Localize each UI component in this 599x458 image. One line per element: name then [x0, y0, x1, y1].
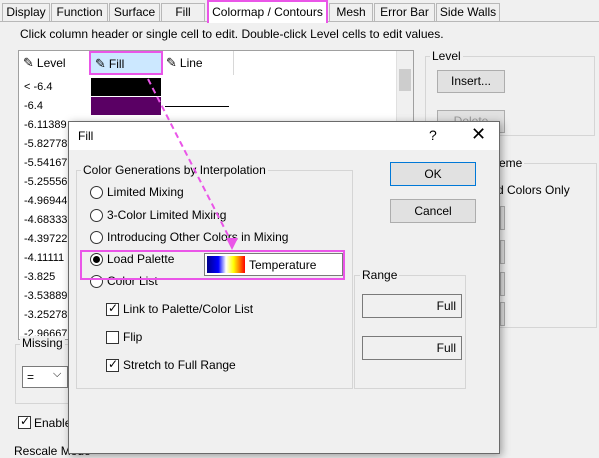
- color-list-label: Color List: [107, 274, 158, 288]
- other-colors-mixing-label: Introducing Other Colors in Mixing: [107, 230, 289, 244]
- enable-checkbox[interactable]: [18, 414, 31, 429]
- level-column-header[interactable]: ✎ Level: [19, 51, 90, 75]
- table-row-level[interactable]: -4.96944: [24, 195, 67, 207]
- tab-surface[interactable]: Surface: [109, 3, 160, 22]
- range-group: [354, 275, 466, 389]
- tab-function[interactable]: Function: [51, 3, 108, 22]
- range-group-title: Range: [360, 268, 400, 282]
- table-row-level[interactable]: -4.11111: [24, 252, 64, 264]
- stretch-range-label: Stretch to Full Range: [123, 358, 236, 372]
- table-row-level[interactable]: -5.82778: [24, 138, 67, 150]
- dialog-titlebar: Fill ? ✕: [69, 122, 499, 150]
- ok-button[interactable]: OK: [390, 162, 476, 186]
- tab-display[interactable]: Display: [2, 3, 50, 22]
- scrollbar-thumb[interactable]: [399, 69, 411, 91]
- dialog-title: Fill: [78, 129, 94, 143]
- table-row-level[interactable]: -5.54167: [24, 157, 67, 169]
- range-max-field[interactable]: Full: [362, 336, 462, 360]
- load-palette-radio[interactable]: [90, 253, 103, 266]
- insert-button[interactable]: Insert...: [437, 70, 505, 93]
- flip-checkbox[interactable]: [106, 331, 119, 344]
- instruction-text: Click column header or single cell to ed…: [20, 27, 444, 41]
- interpolation-group-title: Color Generations by Interpolation: [81, 163, 268, 177]
- help-icon[interactable]: ?: [429, 127, 437, 143]
- palette-preview: [207, 256, 245, 273]
- table-row-level[interactable]: -6.11389: [24, 119, 67, 131]
- scheme-group-title: eme: [497, 156, 525, 170]
- scheme-button[interactable]: [500, 302, 505, 326]
- link-palette-checkbox[interactable]: [106, 301, 119, 316]
- limited-mixing-label: Limited Mixing: [107, 185, 184, 199]
- line-header-label: Line: [179, 56, 203, 70]
- enable-label: Enable: [34, 416, 72, 430]
- line-swatch[interactable]: [165, 106, 229, 107]
- table-row-level[interactable]: -4.39722: [24, 233, 67, 245]
- dropdown-arrow-icon: ⌵: [53, 368, 62, 380]
- line-column-header[interactable]: ✎ Line: [162, 51, 234, 75]
- load-palette-label: Load Palette: [107, 252, 175, 266]
- palette-selector[interactable]: Temperature: [204, 253, 343, 276]
- table-row-level[interactable]: < -6.4: [24, 81, 52, 93]
- color-list-radio[interactable]: [90, 275, 103, 288]
- scheme-button[interactable]: [500, 206, 505, 230]
- tab-strip: Display Function Surface Fill Colormap /…: [0, 0, 599, 23]
- pencil-icon: ✎: [23, 55, 34, 70]
- three-color-mixing-radio[interactable]: [90, 209, 103, 222]
- scheme-option-label[interactable]: d Colors Only: [497, 183, 570, 197]
- table-row-level[interactable]: -3.25278: [24, 309, 67, 321]
- other-colors-mixing-radio[interactable]: [90, 231, 103, 244]
- table-row-level[interactable]: -6.4: [24, 100, 43, 112]
- level-group-title: Level: [430, 49, 463, 63]
- tab-fill[interactable]: Fill: [161, 3, 205, 22]
- table-row-level[interactable]: -3.825: [24, 271, 55, 283]
- level-header-label: Level: [36, 56, 66, 70]
- fill-swatch[interactable]: [91, 97, 161, 115]
- tab-error-bar[interactable]: Error Bar: [374, 3, 435, 22]
- missing-select[interactable]: = ⌵: [22, 366, 68, 388]
- scheme-button[interactable]: [500, 272, 505, 296]
- tab-mesh[interactable]: Mesh: [329, 3, 373, 22]
- link-palette-label: Link to Palette/Color List: [123, 302, 254, 316]
- three-color-mixing-label: 3-Color Limited Mixing: [107, 208, 227, 222]
- stretch-range-checkbox[interactable]: [106, 357, 119, 372]
- table-row-level[interactable]: -4.68333: [24, 214, 67, 226]
- pencil-icon: ✎: [166, 55, 177, 70]
- fill-header-label: Fill: [108, 57, 125, 71]
- missing-group-title: Missing: [20, 336, 65, 350]
- range-min-field[interactable]: Full: [362, 294, 462, 318]
- table-row-level[interactable]: -5.25556: [24, 176, 67, 188]
- flip-label: Flip: [123, 330, 143, 344]
- fill-column-header[interactable]: ✎ Fill: [90, 51, 162, 75]
- tab-side-walls[interactable]: Side Walls: [436, 3, 500, 22]
- fill-swatch[interactable]: [91, 78, 161, 96]
- scheme-button[interactable]: [500, 240, 505, 264]
- palette-name: Temperature: [249, 258, 317, 272]
- missing-select-value: =: [27, 370, 35, 384]
- cancel-button[interactable]: Cancel: [390, 199, 476, 223]
- fill-dialog: Fill ? ✕ OK Cancel Color Generations by …: [68, 121, 500, 454]
- tab-colormap-contours[interactable]: Colormap / Contours: [207, 0, 328, 23]
- pencil-icon: ✎: [95, 56, 106, 71]
- limited-mixing-radio[interactable]: [90, 186, 103, 199]
- close-icon[interactable]: ✕: [471, 124, 486, 145]
- table-row-level[interactable]: -3.53889: [24, 290, 67, 302]
